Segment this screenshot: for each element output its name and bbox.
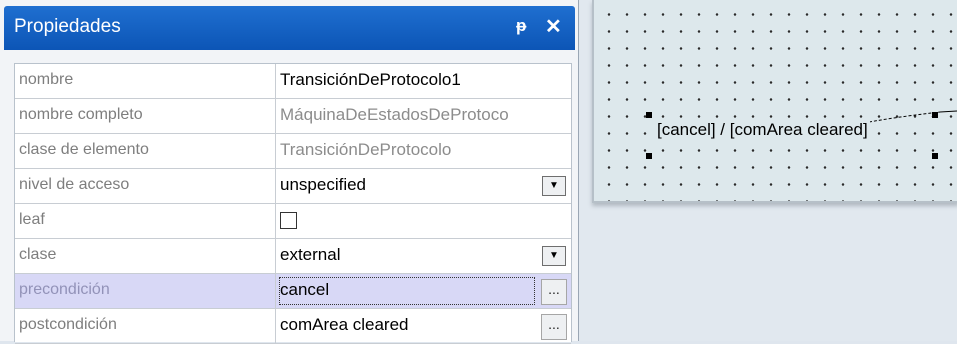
close-icon[interactable]: ✕ xyxy=(545,14,562,39)
selection-handle[interactable] xyxy=(932,112,938,118)
property-value: TransiciónDeProtocolo xyxy=(280,140,452,159)
property-value[interactable]: external xyxy=(280,245,340,265)
property-value[interactable]: cancel xyxy=(280,280,329,300)
ellipsis-button[interactable]: ... xyxy=(541,279,567,305)
property-value-field xyxy=(275,204,570,238)
property-label: precondición xyxy=(19,281,110,298)
property-row-clase: clase external ▼ xyxy=(15,239,571,274)
pin-icon[interactable]: ᵽ xyxy=(516,16,526,36)
property-row-precondicion: precondición cancel ... xyxy=(15,274,571,309)
property-label: postcondición xyxy=(19,316,117,333)
selection-handle[interactable] xyxy=(646,153,652,159)
property-value[interactable]: comArea cleared xyxy=(280,315,409,335)
property-value[interactable]: unspecified xyxy=(280,175,366,195)
property-grid: nombre TransiciónDeProtocolo1 nombre com… xyxy=(14,63,572,344)
property-label: nombre completo xyxy=(19,106,143,123)
precondition-field[interactable]: cancel ... xyxy=(275,274,570,308)
property-label: leaf xyxy=(19,211,45,228)
class-select[interactable]: external ▼ xyxy=(275,239,570,273)
ellipsis-button[interactable]: ... xyxy=(541,314,567,340)
access-level-select[interactable]: unspecified ▼ xyxy=(275,169,570,203)
property-value: MáquinaDeEstadosDeProtoco xyxy=(280,105,509,124)
property-row-leaf: leaf xyxy=(15,204,571,239)
transition-label[interactable]: [cancel] / [comArea cleared] xyxy=(655,120,870,140)
property-row-nombre: nombre TransiciónDeProtocolo1 xyxy=(15,64,571,99)
postcondition-field[interactable]: comArea cleared ... xyxy=(275,309,570,343)
chevron-down-icon[interactable]: ▼ xyxy=(542,246,566,266)
property-value-field[interactable]: TransiciónDeProtocolo1 xyxy=(275,64,570,98)
selection-handle[interactable] xyxy=(646,112,652,118)
leaf-checkbox[interactable] xyxy=(280,212,297,229)
selection-handle[interactable] xyxy=(932,153,938,159)
property-label: clase de elemento xyxy=(19,141,149,158)
transition-connector[interactable] xyxy=(860,100,957,130)
property-value[interactable]: TransiciónDeProtocolo1 xyxy=(280,70,461,90)
property-label: nombre xyxy=(19,71,74,88)
property-row-clase-de-elemento: clase de elemento TransiciónDeProtocolo xyxy=(15,134,571,169)
panel-title-bar: Propiedades ᵽ ✕ xyxy=(4,6,575,50)
property-value-field: MáquinaDeEstadosDeProtoco xyxy=(275,99,570,133)
properties-panel: Propiedades ᵽ ✕ nombre TransiciónDeProto… xyxy=(0,0,579,344)
property-row-nombre-completo: nombre completo MáquinaDeEstadosDeProtoc… xyxy=(15,99,571,134)
panel-title: Propiedades xyxy=(14,16,121,37)
property-row-postcondicion: postcondición comArea cleared ... xyxy=(15,309,571,344)
property-label: clase xyxy=(19,246,57,263)
property-value-field: TransiciónDeProtocolo xyxy=(275,134,570,168)
chevron-down-icon[interactable]: ▼ xyxy=(542,176,566,196)
property-row-nivel-de-acceso: nivel de acceso unspecified ▼ xyxy=(15,169,571,204)
property-label: nivel de acceso xyxy=(19,176,130,193)
